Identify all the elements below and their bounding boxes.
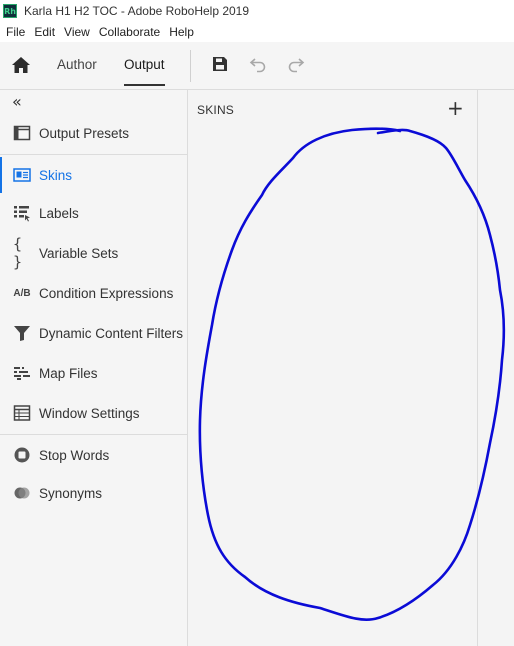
sidebar-divider [0,154,188,155]
window-settings-icon [13,404,31,422]
sidebar-item-label: Window Settings [39,405,140,421]
braces-icon: { } [13,235,23,271]
undo-icon[interactable] [249,55,267,73]
sidebar-item-labels[interactable]: Labels [0,195,188,231]
toolbar-divider [190,50,191,82]
map-files-icon [13,364,31,382]
sidebar-item-label: Synonyms [39,485,103,501]
toolbar: Author Output [0,42,514,90]
skins-icon [13,166,31,184]
sidebar: « Output Presets Skins Labels { } Variab… [0,90,188,646]
save-icon[interactable] [211,55,229,73]
sidebar-item-label: Labels [39,205,79,221]
sidebar-item-window-settings[interactable]: Window Settings [0,395,188,431]
sidebar-item-label: Condition Expressions [39,285,174,301]
redo-icon[interactable] [287,55,305,73]
sidebar-item-label: Output Presets [39,125,130,141]
output-presets-icon [13,124,31,142]
synonyms-icon [13,484,31,502]
sidebar-item-output-presets[interactable]: Output Presets [0,115,188,151]
title-bar: Rh Karla H1 H2 TOC - Adobe RoboHelp 2019 [0,0,514,22]
add-skin-icon[interactable]: + [447,98,464,118]
collapse-sidebar-icon[interactable]: « [12,92,22,111]
sidebar-item-variable-sets[interactable]: { } Variable Sets [0,235,188,271]
sidebar-item-label: Skins [39,167,73,183]
menu-file[interactable]: File [6,25,25,39]
sidebar-item-synonyms[interactable]: Synonyms [0,475,188,511]
editor-area [479,90,514,646]
sidebar-item-skins[interactable]: Skins [0,157,188,193]
stop-words-icon [13,446,31,464]
menu-edit[interactable]: Edit [34,25,55,39]
active-tab-indicator [124,84,165,86]
home-icon[interactable] [11,56,31,74]
menu-collaborate[interactable]: Collaborate [99,25,160,39]
sidebar-item-label: Dynamic Content Filters [39,325,184,341]
menu-help[interactable]: Help [169,25,194,39]
sidebar-divider [0,434,188,435]
tab-output[interactable]: Output [124,57,165,72]
skins-panel: SKINS + [189,90,478,646]
sidebar-item-label: Map Files [39,365,98,381]
ab-icon: A/B [13,287,31,299]
sidebar-item-condition-expressions[interactable]: A/B Condition Expressions [0,275,188,311]
labels-icon [13,204,31,222]
menu-view[interactable]: View [64,25,90,39]
sidebar-item-map-files[interactable]: Map Files [0,355,188,391]
window-title: Karla H1 H2 TOC - Adobe RoboHelp 2019 [24,4,250,18]
sidebar-item-dynamic-content-filters[interactable]: Dynamic Content Filters [0,315,188,351]
sidebar-item-label: Variable Sets [39,245,119,261]
sidebar-item-stop-words[interactable]: Stop Words [0,437,188,473]
tab-author[interactable]: Author [57,57,97,72]
filter-icon [13,324,31,342]
robohelp-logo-icon: Rh [3,4,17,18]
active-item-indicator [0,157,2,193]
menu-bar: File Edit View Collaborate Help [0,22,514,42]
sidebar-item-label: Stop Words [39,447,110,463]
panel-title: SKINS [197,103,235,117]
